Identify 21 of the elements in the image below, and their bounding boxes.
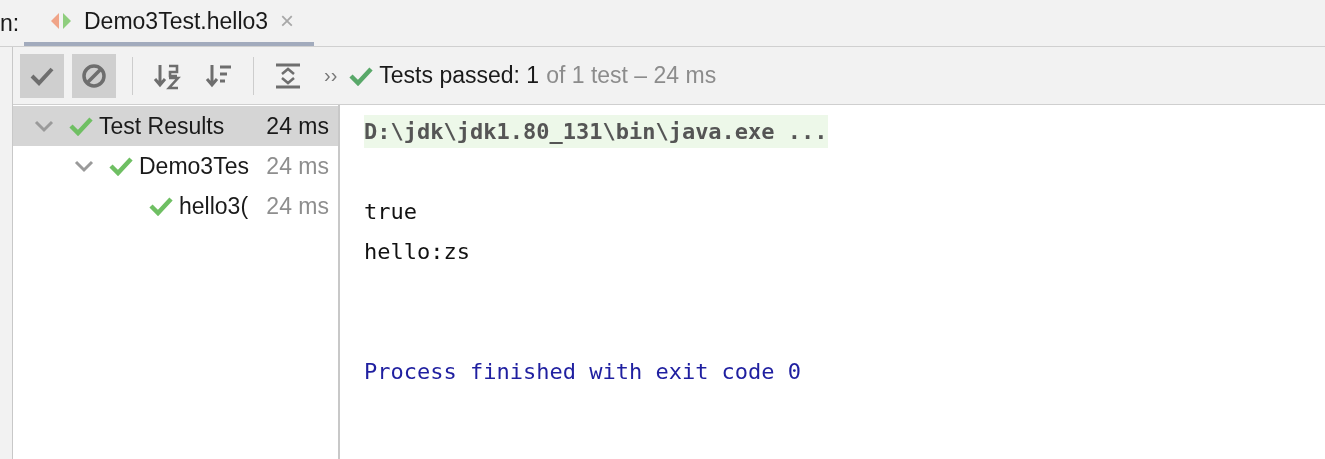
test-tree-item[interactable]: Test Results 24 ms [13,106,338,146]
console-line: hello:zs [364,238,470,264]
console-line: true [364,198,417,224]
check-icon [349,65,374,86]
test-tree-item[interactable]: hello3( 24 ms [13,186,338,226]
show-ignored-button[interactable] [72,53,116,98]
chevron-icon[interactable] [73,159,95,173]
run-tab[interactable]: Demo3Test.hello3 × [24,0,315,46]
test-tree-item[interactable]: Demo3Tes 24 ms [13,146,338,186]
more-button[interactable]: ›› [324,64,338,87]
test-summary: of 1 test – 24 ms [546,62,717,89]
check-icon [69,116,93,136]
test-run-icon [50,11,72,31]
cancel-icon [81,62,107,89]
check-icon [109,156,133,176]
test-status: Tests passed: 1 [379,62,540,89]
console-exit-message: Process finished with exit code 0 [364,358,802,384]
check-icon [149,196,173,216]
show-passed-button[interactable] [20,53,64,98]
console-command: D:\jdk\jdk1.80_131\bin\java.exe ... [364,114,828,148]
panel-label: n: [0,8,21,38]
